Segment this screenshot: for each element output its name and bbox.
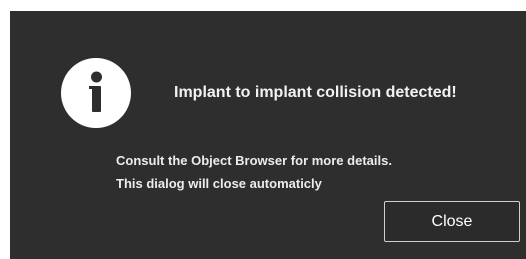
info-icon [61, 58, 131, 128]
collision-dialog: Implant to implant collision detected! C… [10, 11, 526, 259]
message-line-2: This dialog will close automaticly [116, 176, 322, 191]
close-button[interactable]: Close [384, 201, 520, 242]
message-line-1: Consult the Object Browser for more deta… [116, 153, 392, 168]
dialog-title: Implant to implant collision detected! [174, 84, 457, 101]
